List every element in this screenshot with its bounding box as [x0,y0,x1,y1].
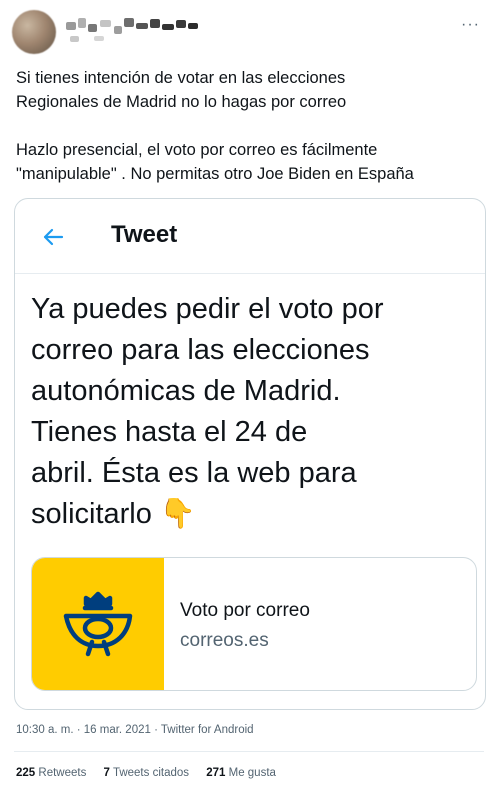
back-arrow-icon [43,228,64,246]
embed-header: Tweet [15,199,485,274]
tweet-text: Si tienes intención de votar en las elec… [16,66,486,186]
embed-body-line: Ya puedes pedir el voto por [31,293,384,325]
embed-header-title: Tweet [111,221,178,248]
likes-label: Me gusta [228,767,276,779]
retweets-label: Retweets [38,767,87,779]
tweet-text-line: Regionales de Madrid no lo hagas por cor… [16,93,347,111]
avatar[interactable] [12,10,56,54]
embed-body-line: solicitarlo 👇 [31,498,197,530]
tweet-text-line: Hazlo presencial, el voto por correo es … [16,141,378,159]
quotes-count: 7 [103,767,110,779]
embed-body-line: correo para las elecciones [31,334,370,366]
link-card[interactable]: Voto por correo correos.es [31,557,477,691]
embed-body-line: abril. Ésta es la web para [31,457,357,489]
divider [14,751,484,752]
likes-stat[interactable]: 271 Me gusta [206,767,276,779]
quotes-stat[interactable]: 7 Tweets citados [104,767,193,779]
embed-body-line: autonómicas de Madrid. [31,375,341,407]
link-card-domain: correos.es [180,630,269,651]
tweet-stats: 225 Retweets 7 Tweets citados 271 Me gus… [16,767,290,779]
link-card-thumbnail [32,558,164,690]
link-card-title: Voto por correo [180,600,310,621]
embed-body-line: Tienes hasta el 24 de [31,416,308,448]
tweet-text-line: Si tienes intención de votar en las elec… [16,69,346,87]
correos-logo-icon [63,591,133,657]
tweet-timestamp[interactable]: 10:30 a. m. · 16 mar. 2021 · Twitter for… [16,724,254,736]
author-name-obscured[interactable] [64,12,214,46]
retweets-stat[interactable]: 225 Retweets [16,767,90,779]
quotes-label: Tweets citados [112,767,190,779]
likes-count: 271 [206,767,226,779]
retweets-count: 225 [16,767,36,779]
embed-body-text: Ya puedes pedir el voto por correo para … [31,289,471,535]
embedded-screenshot[interactable]: Tweet Ya puedes pedir el voto por correo… [14,198,486,710]
more-options-icon[interactable]: ··· [461,16,480,34]
tweet-text-line: "manipulable" . No permitas otro Joe Bid… [16,165,414,183]
